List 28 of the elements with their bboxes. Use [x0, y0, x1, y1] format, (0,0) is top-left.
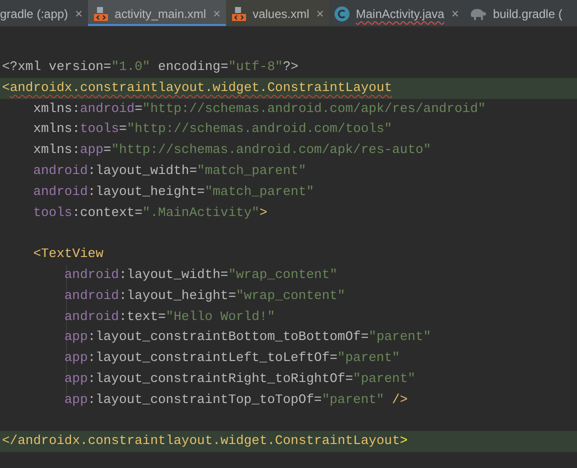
code-line: app:layout_constraintRight_toRightOf="parent": [63, 370, 416, 388]
close-icon[interactable]: ×: [316, 4, 324, 24]
close-icon[interactable]: ×: [213, 4, 221, 24]
code-line: android:layout_height="match_parent": [32, 182, 316, 201]
code-line: xmlns:tools="http://schemas.android.com/tools": [32, 120, 394, 138]
editor-tab[interactable]: build.gradle (: [464, 0, 568, 26]
code-line: app:layout_constraintBottom_toBottomOf="parent": [63, 328, 432, 346]
close-icon[interactable]: ×: [451, 4, 459, 24]
close-icon[interactable]: ×: [75, 4, 83, 24]
code-line: <?xml version="1.0" encoding="utf-8"?>: [1, 58, 300, 76]
code-line: tools:context=".MainActivity">: [32, 204, 268, 222]
code-line: android:text="Hello World!": [63, 308, 276, 326]
code-line: android:layout_width="match_parent": [32, 162, 308, 180]
code-line: xmlns:android="http://schemas.android.com/apk/res/android": [32, 100, 487, 118]
editor-tab[interactable]: MainActivity.java ×: [328, 0, 464, 26]
code-line: android:layout_height="wrap_content": [63, 286, 346, 305]
code-line: xmlns:app="http://schemas.android.com/apk/res-auto": [32, 141, 432, 160]
code-line: app:layout_constraintTop_toTopOf="parent" />: [63, 390, 409, 409]
class-icon: [334, 6, 350, 22]
code-line: android:layout_width="wrap_content": [63, 266, 338, 284]
editor-tab[interactable]: gradle (:app) ×: [0, 0, 88, 26]
elephant-icon: [468, 6, 487, 20]
code-line: app:layout_constraintLeft_toLeftOf="parent": [63, 349, 401, 368]
xml-file-icon: [230, 6, 247, 22]
editor-tab[interactable]: activity_main.xml ×: [88, 0, 226, 26]
code-line: <TextView: [32, 245, 104, 264]
editor-tab[interactable]: values.xml ×: [226, 0, 329, 26]
xml-file-icon: [92, 6, 109, 22]
